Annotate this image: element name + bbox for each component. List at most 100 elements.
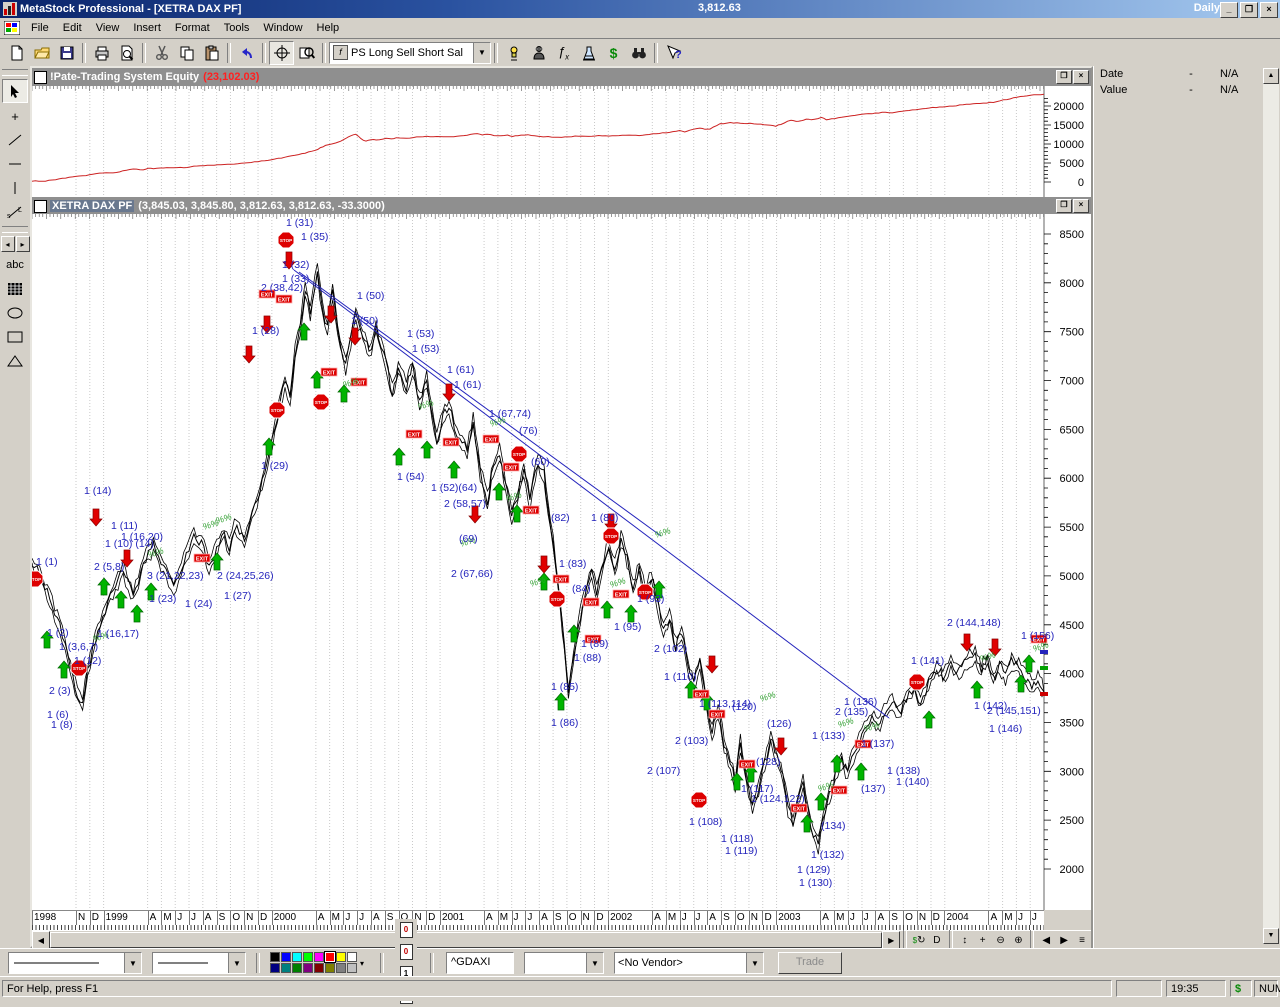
color-swatch[interactable] <box>347 952 357 962</box>
chevron-down-icon[interactable]: ▼ <box>746 953 763 973</box>
data-window-scrollbar[interactable]: ▲ ▼ <box>1263 68 1279 944</box>
scroll-up-icon[interactable]: ▲ <box>1263 68 1279 84</box>
minimize-button[interactable]: _ <box>1220 2 1238 18</box>
pane-close-button[interactable]: × <box>1073 70 1089 84</box>
sl-order-tool[interactable]: sL <box>3 201 27 223</box>
layout-page-button-0[interactable]: 0 <box>395 941 417 963</box>
color-swatch[interactable] <box>281 952 291 962</box>
vertical-line-tool[interactable] <box>3 177 27 199</box>
trade-button[interactable]: Trade <box>778 952 842 974</box>
color-swatch[interactable] <box>281 963 291 973</box>
expert-commentary-button[interactable] <box>526 41 551 65</box>
color-swatch[interactable] <box>270 963 280 973</box>
zoom-chart-button[interactable] <box>294 41 319 65</box>
symbol-input[interactable]: ^GDAXI <box>446 952 514 974</box>
pane-close-button[interactable]: × <box>1073 199 1089 213</box>
line-style-combo[interactable]: ▼ <box>8 952 142 974</box>
page-left-button[interactable]: ◀ <box>1037 932 1055 948</box>
refresh-button[interactable]: $↻ <box>910 932 928 948</box>
x-axis-month-label: J <box>175 911 189 925</box>
page-right-button[interactable]: ▶ <box>1055 932 1073 948</box>
chevron-down-icon[interactable]: ▼ <box>473 43 490 63</box>
color-swatch[interactable] <box>292 963 302 973</box>
copy-button[interactable] <box>174 41 199 65</box>
crosshair-pointer-button[interactable] <box>269 41 294 65</box>
price-chart[interactable]: 2000250030003500400045005000550060006500… <box>32 214 1091 910</box>
scroll-right-button[interactable]: ▸ <box>16 236 30 252</box>
grid-tool[interactable] <box>3 278 27 300</box>
line-weight-combo[interactable]: ▼ <box>152 952 246 974</box>
scrollbar-thumb[interactable] <box>50 932 882 948</box>
color-swatch[interactable] <box>303 952 313 962</box>
move-chart-button[interactable]: + <box>974 932 992 948</box>
color-swatch[interactable] <box>314 963 324 973</box>
vertical-scale-button[interactable]: ↕ <box>956 932 974 948</box>
crosshair-tool[interactable]: + <box>3 105 27 127</box>
ellipse-tool[interactable] <box>3 302 27 324</box>
menu-view[interactable]: View <box>89 19 127 37</box>
color-swatch[interactable] <box>325 963 335 973</box>
menu-help[interactable]: Help <box>310 19 347 37</box>
text-tool[interactable]: abc <box>3 254 27 276</box>
explorer-binoculars-button[interactable] <box>626 41 651 65</box>
rectangle-tool[interactable] <box>3 326 27 348</box>
chevron-down-icon[interactable]: ▼ <box>586 953 603 973</box>
equity-pane-titlebar[interactable]: !Pate-Trading System Equity (23,102.03) … <box>32 68 1091 86</box>
system-tester-button[interactable] <box>576 41 601 65</box>
menu-insert[interactable]: Insert <box>126 19 168 37</box>
save-button[interactable] <box>54 41 79 65</box>
menu-edit[interactable]: Edit <box>56 19 89 37</box>
layout-list-button[interactable]: ≡ <box>1073 932 1091 948</box>
menu-window[interactable]: Window <box>256 19 309 37</box>
chevron-down-icon[interactable]: ▼ <box>124 953 141 973</box>
cut-button[interactable] <box>149 41 174 65</box>
pointer-tool[interactable] <box>2 79 28 103</box>
scrollbar-right-arrow[interactable]: ▶ <box>882 931 900 949</box>
security-name-combo[interactable]: ▼ <box>524 952 604 974</box>
color-swatch[interactable] <box>325 952 335 962</box>
scroll-down-icon[interactable]: ▼ <box>1263 928 1279 944</box>
pane-restore-button[interactable]: ❐ <box>1056 199 1072 213</box>
zoom-out-button[interactable]: ⊖ <box>992 932 1010 948</box>
equity-chart[interactable]: 05000100001500020000 <box>32 86 1091 197</box>
color-swatch[interactable] <box>336 963 346 973</box>
optionscope-button[interactable]: $ <box>601 41 626 65</box>
horizontal-scrollbar[interactable]: ◀ <box>32 932 882 948</box>
menu-tools[interactable]: Tools <box>217 19 257 37</box>
scroll-left-button[interactable]: ◂ <box>1 236 15 252</box>
periodicity-daily-button[interactable]: D <box>928 932 946 948</box>
color-swatch[interactable] <box>303 963 313 973</box>
expert-advisor-button[interactable] <box>501 41 526 65</box>
context-help-button[interactable]: ? <box>661 41 686 65</box>
chevron-down-icon[interactable]: ▼ <box>228 953 245 973</box>
color-swatch[interactable] <box>347 963 357 973</box>
layout-page-button-0[interactable]: 0 <box>395 919 417 941</box>
trendline-tool[interactable] <box>3 129 27 151</box>
color-swatch[interactable] <box>270 952 280 962</box>
horizontal-line-tool[interactable] <box>3 153 27 175</box>
system-combo[interactable]: f PS Long Sell Short Sale-5 Da ▼ <box>329 42 491 64</box>
paste-button[interactable] <box>199 41 224 65</box>
triangle-tool[interactable] <box>3 350 27 372</box>
color-swatch[interactable] <box>314 952 324 962</box>
zoom-in-button[interactable]: ⊕ <box>1009 932 1027 948</box>
palette-grip[interactable] <box>2 69 28 76</box>
undo-button[interactable] <box>234 41 259 65</box>
pane-restore-button[interactable]: ❐ <box>1056 70 1072 84</box>
price-pane-titlebar[interactable]: XETRA DAX PF (3,845.03, 3,845.80, 3,812.… <box>32 197 1091 215</box>
menu-format[interactable]: Format <box>168 19 217 37</box>
palette-more-icon[interactable]: ▾ <box>360 959 364 968</box>
scrollbar-left-arrow[interactable]: ◀ <box>32 931 50 949</box>
vendor-combo[interactable]: <No Vendor> ▼ <box>614 952 764 974</box>
color-palette[interactable] <box>270 952 358 974</box>
print-preview-button[interactable] <box>114 41 139 65</box>
color-swatch[interactable] <box>292 952 302 962</box>
restore-button[interactable]: ❐ <box>1240 2 1258 18</box>
menu-file[interactable]: File <box>24 19 56 37</box>
open-button[interactable] <box>29 41 54 65</box>
close-button[interactable]: × <box>1260 2 1278 18</box>
print-button[interactable] <box>89 41 114 65</box>
indicator-builder-button[interactable]: ƒx <box>551 41 576 65</box>
new-chart-button[interactable] <box>4 41 29 65</box>
color-swatch[interactable] <box>336 952 346 962</box>
